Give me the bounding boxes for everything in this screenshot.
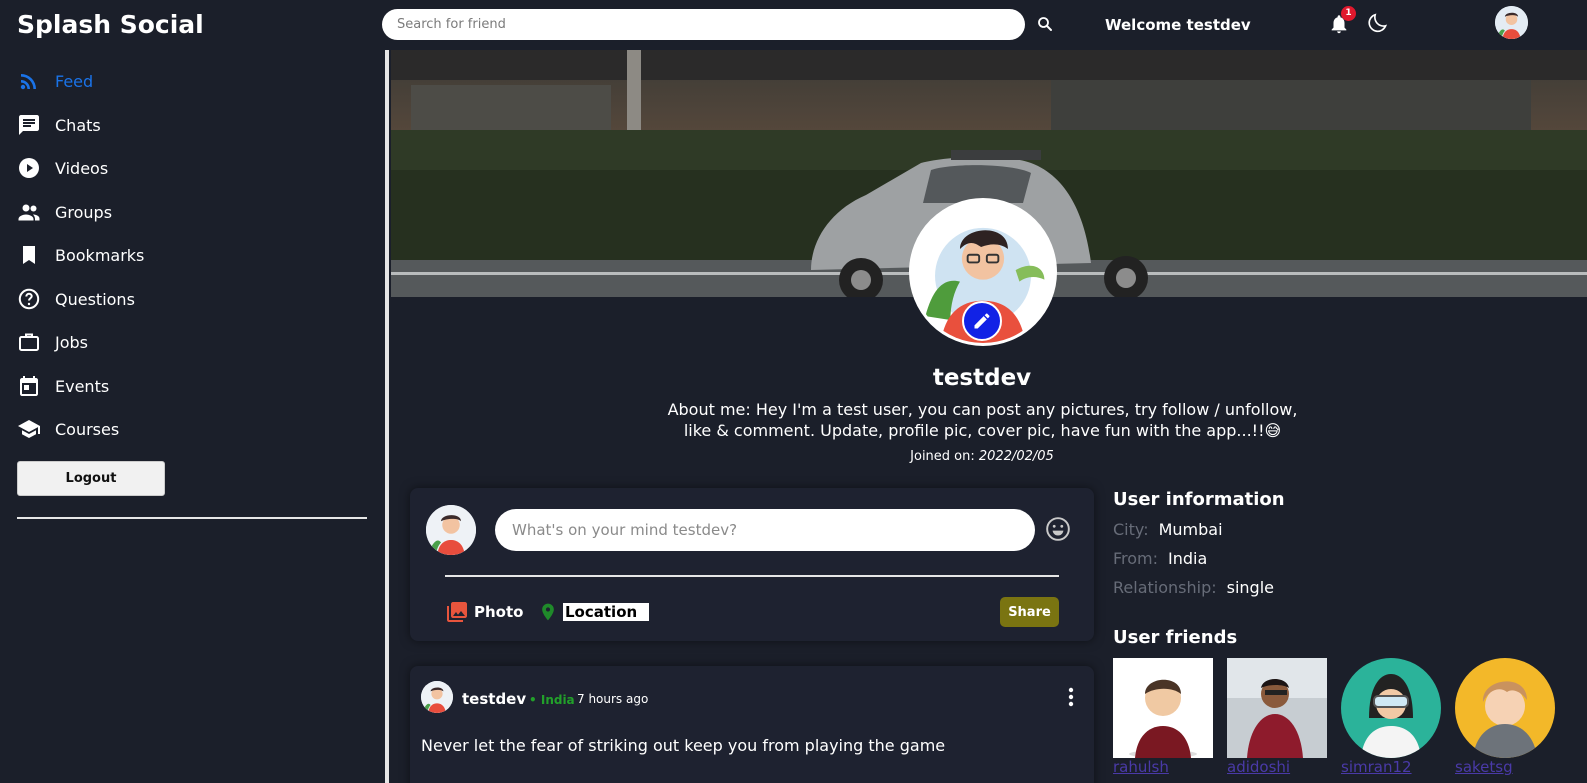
sidebar-item-chats[interactable]: Chats	[17, 110, 101, 140]
dark-mode-moon-icon[interactable]	[1366, 12, 1388, 34]
sidebar-divider	[17, 517, 367, 519]
sidebar-item-events[interactable]: Events	[17, 371, 109, 401]
play-circle-icon	[19, 158, 39, 178]
sidebar-item-feed[interactable]: Feed	[17, 66, 93, 96]
sidebar-item-groups[interactable]: Groups	[17, 197, 112, 227]
share-divider	[445, 575, 1059, 577]
share-button[interactable]: Share	[1000, 597, 1059, 627]
info-key: From:	[1113, 549, 1159, 568]
school-icon	[18, 420, 40, 438]
sidebar-item-label: Videos	[55, 158, 109, 178]
sidebar-item-label: Jobs	[55, 332, 88, 352]
help-circle-icon	[18, 288, 40, 310]
photo-label: Photo	[474, 603, 524, 621]
search-icon[interactable]	[1036, 15, 1054, 33]
sidebar: Feed Chats Videos Groups Bookmarks Quest…	[0, 50, 385, 783]
info-row-relationship: Relationship: single	[1113, 578, 1274, 597]
sidebar-item-label: Chats	[55, 115, 101, 135]
logout-button[interactable]: Logout	[17, 461, 165, 496]
vertical-divider	[385, 50, 389, 783]
top-bar: Splash Social Welcome testdev 1	[0, 0, 1587, 50]
post-timestamp: 7 hours ago	[577, 692, 649, 706]
profile-username: testdev	[932, 365, 1032, 391]
location-label: Location	[563, 603, 650, 621]
sidebar-item-label: Courses	[55, 419, 120, 439]
post-location: • India	[529, 693, 575, 707]
profile-about: About me: Hey I'm a test user, you can p…	[667, 400, 1298, 440]
sidebar-item-label: Questions	[55, 289, 135, 309]
user-avatar[interactable]	[1495, 6, 1528, 39]
edit-profile-picture-button[interactable]	[962, 301, 1002, 341]
post-author-avatar[interactable]	[421, 681, 453, 713]
post-author-name[interactable]: testdev	[462, 690, 526, 708]
friend-name[interactable]: saketsg	[1455, 758, 1513, 776]
brand-logo[interactable]: Splash Social	[17, 10, 204, 39]
photo-option[interactable]: Photo	[445, 600, 523, 624]
info-key: City:	[1113, 520, 1149, 539]
group-icon	[18, 204, 40, 221]
post-input[interactable]	[495, 509, 1035, 551]
post-text: Never let the fear of striking out keep …	[421, 736, 946, 755]
search-input[interactable]	[382, 9, 1025, 40]
joined-date: 2022/02/05	[978, 449, 1054, 464]
info-row-from: From: India	[1113, 549, 1207, 568]
sidebar-item-label: Events	[55, 376, 110, 396]
location-option[interactable]: Location	[538, 600, 650, 624]
sidebar-item-label: Groups	[55, 202, 113, 222]
sidebar-item-videos[interactable]: Videos	[17, 153, 108, 183]
bookmark-icon	[23, 246, 35, 264]
sidebar-item-jobs[interactable]: Jobs	[17, 327, 88, 357]
info-value: single	[1226, 578, 1274, 597]
info-row-city: City: Mumbai	[1113, 520, 1223, 539]
friend-name[interactable]: rahulsh	[1113, 758, 1169, 776]
info-value: India	[1168, 549, 1208, 568]
info-value: Mumbai	[1158, 520, 1223, 539]
notification-badge: 1	[1341, 6, 1356, 21]
user-friends-title: User friends	[1113, 627, 1238, 648]
friend-avatar[interactable]	[1227, 658, 1327, 758]
briefcase-icon	[19, 333, 39, 351]
info-key: Relationship:	[1113, 578, 1217, 597]
sidebar-item-bookmarks[interactable]: Bookmarks	[17, 240, 144, 270]
sidebar-item-label: Bookmarks	[55, 245, 145, 265]
profile-joined: Joined on: 2022/02/05	[391, 449, 1573, 464]
share-avatar	[426, 505, 476, 555]
friend-avatar[interactable]	[1341, 658, 1441, 758]
friend-avatar[interactable]	[1113, 658, 1213, 758]
friend-avatar[interactable]	[1455, 658, 1555, 758]
chat-icon	[19, 115, 39, 135]
joined-label: Joined on:	[910, 449, 975, 464]
calendar-icon	[20, 376, 38, 396]
emoji-icon[interactable]	[1045, 516, 1071, 542]
welcome-text: Welcome testdev	[1105, 16, 1251, 34]
friend-name[interactable]: adidoshi	[1227, 758, 1290, 776]
sidebar-item-courses[interactable]: Courses	[17, 414, 119, 444]
user-information-title: User information	[1113, 489, 1285, 510]
sidebar-item-label: Feed	[55, 71, 94, 91]
post-card	[410, 666, 1094, 783]
location-pin-icon	[542, 603, 554, 621]
rss-icon	[20, 74, 36, 90]
sidebar-item-questions[interactable]: Questions	[17, 284, 135, 314]
more-vertical-icon[interactable]	[1062, 686, 1080, 708]
friend-name[interactable]: simran12	[1341, 758, 1412, 776]
pencil-icon	[974, 313, 990, 329]
photo-library-icon	[447, 602, 467, 622]
